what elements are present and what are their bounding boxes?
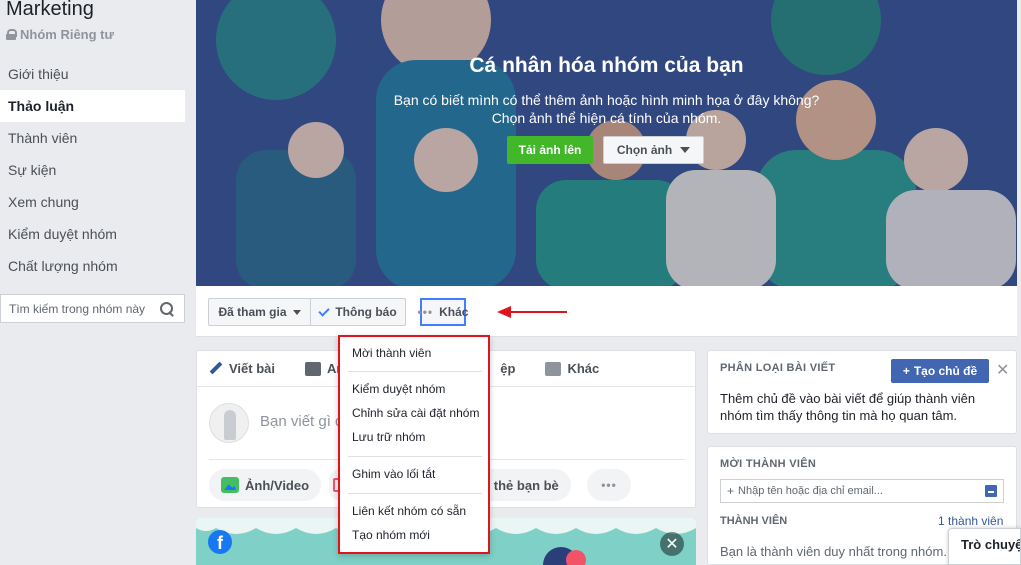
composer-input[interactable]: Bạn viết gì đi bbox=[260, 413, 347, 430]
tab-more[interactable]: Khác bbox=[545, 361, 599, 376]
menu-item-invite-members[interactable]: Mời thành viên bbox=[352, 346, 431, 360]
menu-divider bbox=[348, 456, 482, 457]
sidebar-item-members[interactable]: Thành viên bbox=[0, 122, 185, 154]
more-label: Khác bbox=[439, 305, 469, 319]
invite-heading: MỜI THÀNH VIÊN bbox=[720, 458, 817, 470]
create-topic-label: Tạo chủ đề bbox=[913, 364, 978, 378]
group-privacy: Nhóm Riêng tư bbox=[6, 27, 114, 42]
topics-heading: PHÂN LOẠI BÀI VIẾT bbox=[720, 362, 836, 374]
pencil-icon bbox=[209, 362, 223, 376]
check-icon bbox=[318, 304, 330, 317]
more-dots-icon: ••• bbox=[417, 305, 434, 319]
privacy-label: Nhóm Riêng tư bbox=[20, 27, 114, 42]
search-icon[interactable] bbox=[160, 301, 174, 316]
lock-icon bbox=[6, 29, 17, 40]
tab-more-label: Khác bbox=[567, 361, 600, 376]
choose-photo-label: Chọn ảnh bbox=[616, 143, 673, 157]
group-action-bar: Đã tham gia Thông báo ••• Khác bbox=[196, 286, 1017, 337]
more-dropdown-menu: Mời thành viên Kiểm duyệt nhóm Chỉnh sửa… bbox=[338, 335, 490, 554]
photo-video-label: Ảnh/Video bbox=[245, 477, 310, 493]
members-count-link[interactable]: 1 thành viên bbox=[938, 514, 1003, 528]
cover-subtitle-1: Bạn có biết mình có thể thêm ảnh hoặc hì… bbox=[393, 92, 820, 108]
tab-file[interactable]: ệp bbox=[500, 361, 515, 376]
create-topic-button[interactable]: + Tạo chủ đề bbox=[891, 359, 989, 383]
sidebar-item-moderation[interactable]: Kiểm duyệt nhóm bbox=[0, 218, 185, 250]
menu-item-archive-group[interactable]: Lưu trữ nhóm bbox=[352, 430, 425, 444]
members-description: Bạn là thành viên duy nhất trong nhóm. bbox=[720, 544, 947, 559]
menu-divider bbox=[348, 493, 482, 494]
members-heading: THÀNH VIÊN bbox=[720, 515, 788, 527]
menu-divider bbox=[348, 371, 482, 372]
avatar[interactable] bbox=[209, 403, 249, 443]
group-nav: Giới thiệu Thảo luận Thành viên Sự kiện … bbox=[0, 58, 185, 282]
joined-button[interactable]: Đã tham gia bbox=[208, 298, 311, 326]
cover-subtitle-2: Chọn ảnh thể hiện cá tính của nhóm. bbox=[491, 110, 722, 126]
photo-icon bbox=[221, 477, 239, 493]
cover-photo-area: Cá nhân hóa nhóm của bạn Bạn có biết mìn… bbox=[196, 0, 1017, 286]
annotation-arrow-icon bbox=[497, 306, 567, 318]
notifications-button[interactable]: Thông báo bbox=[310, 298, 406, 326]
chevron-down-icon bbox=[680, 147, 691, 153]
close-icon[interactable]: ✕ bbox=[660, 532, 684, 556]
more-button[interactable]: ••• Khác bbox=[417, 298, 469, 326]
camera-icon bbox=[305, 361, 322, 376]
plus-icon: + bbox=[727, 484, 735, 498]
contact-book-icon[interactable] bbox=[985, 485, 997, 497]
close-icon[interactable]: ✕ bbox=[996, 360, 1009, 380]
tab-write-post[interactable]: Viết bài bbox=[209, 361, 275, 376]
more-dots-icon: ••• bbox=[601, 478, 617, 492]
joined-label: Đã tham gia bbox=[218, 305, 287, 319]
chevron-down-icon bbox=[292, 309, 301, 315]
facebook-icon: f bbox=[208, 530, 232, 554]
tab-write-label: Viết bài bbox=[229, 361, 276, 376]
group-search-input[interactable]: Tìm kiếm trong nhóm này bbox=[0, 294, 185, 323]
menu-item-pin-shortcut[interactable]: Ghim vào lối tắt bbox=[352, 467, 435, 481]
upload-photo-button[interactable]: Tải ảnh lên bbox=[507, 136, 593, 164]
menu-item-create-group[interactable]: Tạo nhóm mới bbox=[352, 528, 430, 542]
search-placeholder: Tìm kiếm trong nhóm này bbox=[9, 301, 146, 316]
notifications-label: Thông báo bbox=[335, 305, 397, 319]
chat-tab[interactable]: Trò chuyện bbox=[948, 528, 1021, 565]
sidebar-item-discussion[interactable]: Thảo luận bbox=[0, 90, 185, 122]
photo-video-button[interactable]: Ảnh/Video bbox=[209, 469, 322, 501]
choose-photo-button[interactable]: Chọn ảnh bbox=[603, 136, 704, 164]
menu-item-link-group[interactable]: Liên kết nhóm có sẵn bbox=[352, 504, 466, 518]
sidebar-item-watch-party[interactable]: Xem chung bbox=[0, 186, 185, 218]
group-title[interactable]: Marketing bbox=[6, 0, 94, 21]
tab-file-label: ệp bbox=[500, 361, 516, 376]
plus-icon: + bbox=[902, 364, 910, 378]
topics-description: Thêm chủ đề vào bài viết để giúp thành v… bbox=[720, 391, 976, 423]
left-sidebar: Marketing Nhóm Riêng tư Giới thiệu Thảo … bbox=[0, 0, 190, 565]
composer-more-button[interactable]: ••• bbox=[587, 469, 631, 501]
sidebar-item-events[interactable]: Sự kiện bbox=[0, 154, 185, 186]
invite-email-field[interactable]: + Nhập tên hoặc địa chỉ email... bbox=[720, 479, 1004, 503]
more-box-icon bbox=[545, 361, 562, 376]
sidebar-item-quality[interactable]: Chất lượng nhóm bbox=[0, 250, 185, 282]
menu-item-moderate-group[interactable]: Kiểm duyệt nhóm bbox=[352, 382, 445, 396]
cover-title: Cá nhân hóa nhóm của bạn bbox=[469, 54, 744, 77]
post-topics-card: PHÂN LOẠI BÀI VIẾT + Tạo chủ đề ✕ Thêm c… bbox=[707, 350, 1017, 434]
menu-item-edit-settings[interactable]: Chỉnh sửa cài đặt nhóm bbox=[352, 406, 479, 420]
invite-placeholder: Nhập tên hoặc địa chỉ email... bbox=[738, 485, 883, 497]
sidebar-item-about[interactable]: Giới thiệu bbox=[0, 58, 185, 90]
